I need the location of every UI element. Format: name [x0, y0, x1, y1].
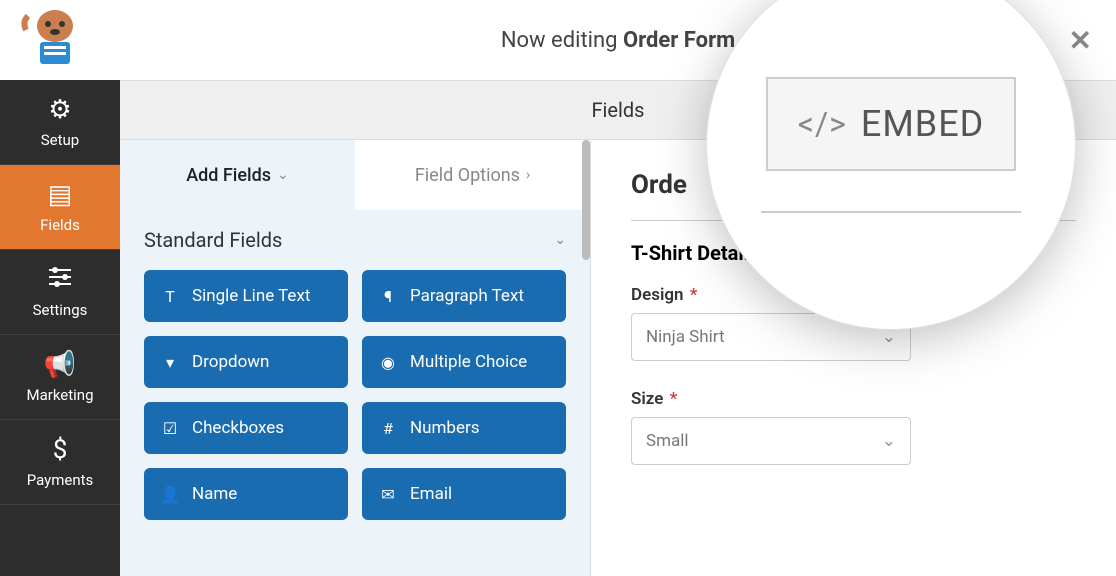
tab-field-options[interactable]: Field Options› — [355, 140, 590, 210]
check-icon: ☑ — [160, 419, 180, 438]
radio-icon: ◉ — [378, 353, 398, 372]
chevron-down-icon: ⌄ — [882, 327, 896, 347]
field-size[interactable]: Size * Small⌄ — [631, 389, 1076, 465]
scrollbar[interactable] — [582, 140, 590, 260]
chevron-down-icon: ⌄ — [277, 167, 289, 183]
gear-icon: ⚙ — [48, 95, 71, 125]
dollar-icon: $ — [53, 435, 68, 465]
sidebar-item-fields[interactable]: ▤ Fields — [0, 165, 120, 250]
field-numbers[interactable]: #Numbers — [362, 402, 566, 454]
wpforms-logo — [10, 8, 100, 68]
embed-button[interactable]: </> EMBED — [766, 77, 1017, 171]
caret-square-icon: ▾ — [160, 353, 180, 372]
paragraph-icon: ¶ — [378, 287, 398, 306]
divider — [761, 211, 1021, 213]
close-icon[interactable]: ✕ — [1069, 24, 1092, 57]
list-icon: ▤ — [48, 180, 73, 210]
sidebar-item-setup[interactable]: ⚙ Setup — [0, 80, 120, 165]
person-icon: 👤 — [160, 485, 180, 504]
hash-icon: # — [378, 419, 398, 438]
sidebar: ⚙ Setup ▤ Fields Settings 📢 Marketing $ … — [0, 80, 120, 576]
size-select[interactable]: Small⌄ — [631, 417, 911, 465]
section-standard-fields[interactable]: Standard Fields ⌄ — [120, 210, 590, 270]
field-name[interactable]: 👤Name — [144, 468, 348, 520]
tab-add-fields[interactable]: Add Fields⌄ — [120, 140, 355, 210]
field-multiple-choice[interactable]: ◉Multiple Choice — [362, 336, 566, 388]
code-icon: </> — [798, 105, 847, 143]
chevron-down-icon: ⌄ — [882, 431, 896, 451]
field-single-line-text[interactable]: TSingle Line Text — [144, 270, 348, 322]
field-email[interactable]: ✉Email — [362, 468, 566, 520]
tab-fields[interactable]: Fields — [592, 98, 645, 122]
field-paragraph-text[interactable]: ¶Paragraph Text — [362, 270, 566, 322]
sliders-icon — [47, 265, 73, 295]
envelope-icon: ✉ — [378, 485, 398, 504]
size-label: Size * — [631, 389, 1076, 409]
chevron-down-icon: ⌄ — [554, 232, 566, 248]
bullhorn-icon: 📢 — [44, 350, 76, 380]
field-dropdown[interactable]: ▾Dropdown — [144, 336, 348, 388]
sidebar-item-marketing[interactable]: 📢 Marketing — [0, 335, 120, 420]
field-checkboxes[interactable]: ☑Checkboxes — [144, 402, 348, 454]
sidebar-item-payments[interactable]: $ Payments — [0, 420, 120, 505]
editing-label: Now editing Order Form — [501, 28, 735, 53]
sidebar-item-settings[interactable]: Settings — [0, 250, 120, 335]
fields-panel: Add Fields⌄ Field Options› Standard Fiel… — [120, 140, 590, 576]
text-icon: T — [160, 287, 180, 306]
chevron-right-icon: › — [526, 167, 530, 183]
